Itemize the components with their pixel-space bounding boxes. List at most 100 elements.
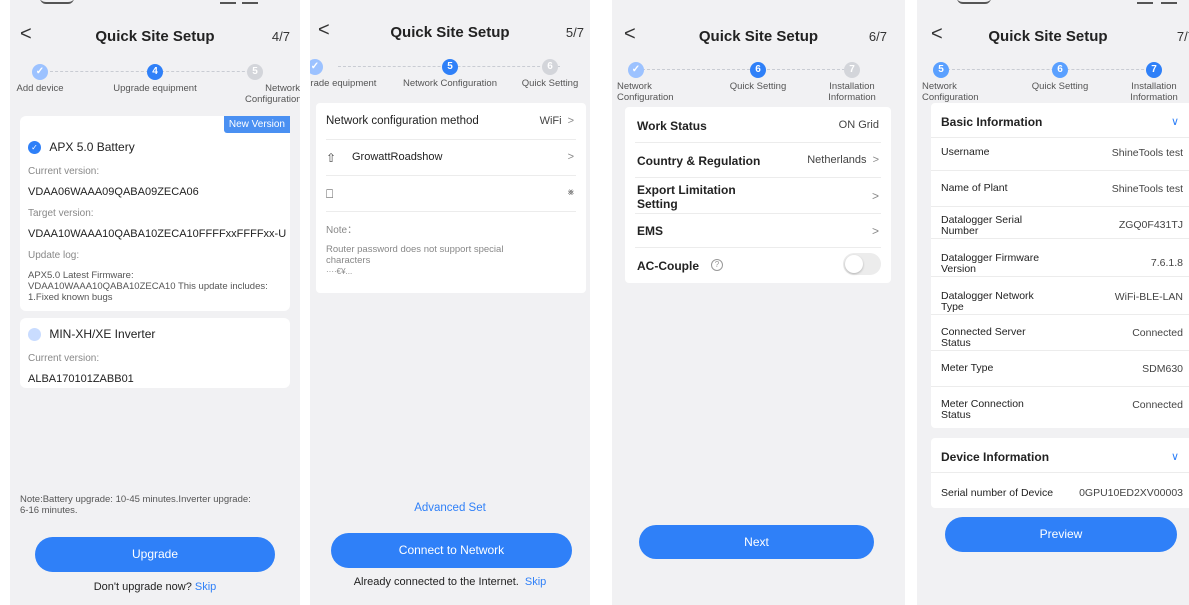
check-icon: ✓ bbox=[32, 64, 48, 80]
step-number: 5 bbox=[247, 64, 263, 80]
next-button[interactable]: Next bbox=[639, 525, 874, 559]
skip-upgrade-footer: Don't upgrade now? Skip bbox=[10, 581, 300, 593]
page-title: Quick Site Setup bbox=[95, 28, 215, 45]
current-version-value: VDAA06WAAA09QABA09ZECA06 bbox=[28, 186, 199, 198]
step-network-configuration: 5 Network Configuration bbox=[917, 58, 987, 103]
info-value: ShineTools test bbox=[1111, 183, 1183, 195]
upgrade-button[interactable]: Upgrade bbox=[35, 537, 275, 572]
step-label: Quick Setting bbox=[729, 81, 787, 92]
info-value: ShineTools test bbox=[1111, 147, 1183, 159]
step-number: 6 bbox=[1052, 62, 1068, 78]
note-text: Router password does not support special bbox=[326, 244, 504, 255]
status-battery-fragment bbox=[242, 0, 258, 4]
header: < Quick Site Setup 7/7 bbox=[917, 22, 1189, 50]
status-time-fragment bbox=[957, 0, 991, 4]
device-card-battery: New Version ✓ APX 5.0 Battery Current ve… bbox=[20, 116, 290, 311]
screen-network-configuration: < Quick Site Setup 5/7 ✓ Upgrade equipme… bbox=[310, 0, 590, 605]
screen-upgrade-equipment: < Quick Site Setup 4/7 ✓ Add device 4 Up… bbox=[10, 0, 300, 605]
step-quick-setting: 6 Quick Setting bbox=[1015, 58, 1105, 92]
status-bar bbox=[10, 0, 300, 10]
step-quick-setting: 6 Quick Setting bbox=[510, 55, 590, 89]
chevron-right-icon: > bbox=[871, 189, 879, 203]
info-value: Connected bbox=[1132, 399, 1183, 411]
lock-icon: ⎕ bbox=[326, 187, 334, 201]
step-counter: 5/7 bbox=[565, 25, 584, 40]
status-signal-fragment bbox=[1137, 0, 1153, 4]
check-icon: ✓ bbox=[628, 62, 644, 78]
step-network-configuration: 5 Network Configuration bbox=[210, 60, 300, 105]
chevron-down-icon[interactable]: ∨ bbox=[1171, 115, 1179, 128]
country-regulation-value: Netherlands > bbox=[807, 154, 879, 166]
target-version-value: VDAA10WAAA10QABA10ZECA10FFFFxxFFFFxx-U bbox=[28, 228, 287, 240]
divider bbox=[326, 175, 576, 176]
step-label: Network Configuration bbox=[617, 81, 674, 103]
progress-stepper: ✓ Add device 4 Upgrade equipment 5 Netwo… bbox=[10, 60, 300, 108]
current-version-label: Current version: bbox=[28, 166, 100, 177]
info-label: Name of Plant bbox=[941, 182, 1008, 194]
step-installation-information: 7 Installation Information bbox=[1114, 58, 1189, 103]
note-text: ····€¥... bbox=[326, 267, 353, 276]
upgrade-duration-note: 6-16 minutes. bbox=[20, 505, 78, 516]
help-icon[interactable]: ? bbox=[711, 259, 723, 271]
preview-button[interactable]: Preview bbox=[945, 517, 1177, 552]
divider bbox=[635, 177, 881, 178]
skip-link[interactable]: Skip bbox=[195, 581, 216, 593]
ems-label: EMS bbox=[637, 224, 664, 238]
advanced-set-link[interactable]: Advanced Set bbox=[310, 502, 590, 514]
step-network-configuration: ✓ Network Configuration bbox=[612, 58, 682, 103]
step-number: 5 bbox=[442, 59, 458, 75]
info-label: Meter Type bbox=[941, 362, 994, 374]
step-label: Upgrade equipment bbox=[113, 83, 197, 94]
ac-couple-toggle[interactable] bbox=[843, 253, 881, 275]
info-value: SDM630 bbox=[1142, 363, 1183, 375]
step-label: Network Configuration bbox=[922, 81, 979, 103]
device-name[interactable]: MIN-XH/XE Inverter bbox=[28, 327, 155, 342]
device-name[interactable]: ✓ APX 5.0 Battery bbox=[28, 140, 135, 155]
wifi-ssid-value: GrowattRoadshow bbox=[352, 151, 443, 163]
current-version-value: ALBA170101ZABB01 bbox=[28, 373, 134, 385]
divider bbox=[931, 472, 1189, 473]
divider bbox=[635, 213, 881, 214]
note-label: Note： bbox=[326, 225, 358, 236]
skip-link[interactable]: Skip bbox=[525, 576, 546, 588]
network-method-value: WiFi > bbox=[539, 115, 574, 127]
info-label: Datalogger Firmware Version bbox=[941, 252, 1040, 275]
divider bbox=[931, 170, 1189, 171]
wifi-icon: ⇧ bbox=[326, 151, 337, 165]
footer-text: Don't upgrade now? bbox=[93, 581, 192, 593]
info-value: 7.6.1.8 bbox=[1150, 257, 1183, 269]
divider bbox=[635, 142, 881, 143]
checked-circle-icon[interactable]: ✓ bbox=[28, 141, 41, 155]
device-name-label: APX 5.0 Battery bbox=[49, 140, 135, 154]
eye-closed-icon[interactable]: ⨳ bbox=[568, 187, 574, 198]
check-icon: ✓ bbox=[310, 59, 323, 75]
step-label: Add device bbox=[16, 83, 64, 94]
basic-information-card: Basic Information ∨ Username ShineTools t… bbox=[931, 103, 1189, 428]
work-status-value: ON Grid bbox=[838, 119, 879, 131]
divider bbox=[931, 206, 1189, 207]
update-log-line: APX5.0 Latest Firmware: bbox=[28, 270, 134, 281]
step-upgrade-equipment: ✓ Upgrade equipment bbox=[310, 55, 377, 89]
status-battery-fragment bbox=[1161, 0, 1177, 4]
update-log-line: 1.Fixed known bugs bbox=[28, 292, 113, 303]
footer-text: Already connected to the Internet. bbox=[353, 576, 519, 588]
divider bbox=[931, 137, 1189, 138]
device-card-inverter: MIN-XH/XE Inverter Current version: ALBA… bbox=[20, 318, 290, 388]
chevron-right-icon: > bbox=[871, 224, 879, 238]
step-label: Quick Setting bbox=[1031, 81, 1089, 92]
divider bbox=[931, 276, 1189, 277]
info-label: Serial number of Device bbox=[941, 487, 1054, 499]
status-signal-fragment bbox=[220, 0, 236, 4]
step-counter: 6/7 bbox=[868, 29, 887, 44]
step-number: 4 bbox=[147, 64, 163, 80]
target-version-label: Target version: bbox=[28, 208, 94, 219]
unchecked-circle-icon[interactable] bbox=[28, 328, 41, 342]
step-number: 6 bbox=[542, 59, 558, 75]
connect-to-network-button[interactable]: Connect to Network bbox=[331, 533, 572, 568]
screen-installation-information: < Quick Site Setup 7/7 5 Network Configu… bbox=[917, 0, 1189, 605]
step-label: Installation Information bbox=[1130, 81, 1178, 103]
info-label: Datalogger Serial Number bbox=[941, 214, 1023, 237]
chevron-down-icon[interactable]: ∨ bbox=[1171, 450, 1179, 463]
section-title: Device Information bbox=[941, 450, 1050, 464]
chevron-right-icon: > bbox=[567, 151, 574, 163]
